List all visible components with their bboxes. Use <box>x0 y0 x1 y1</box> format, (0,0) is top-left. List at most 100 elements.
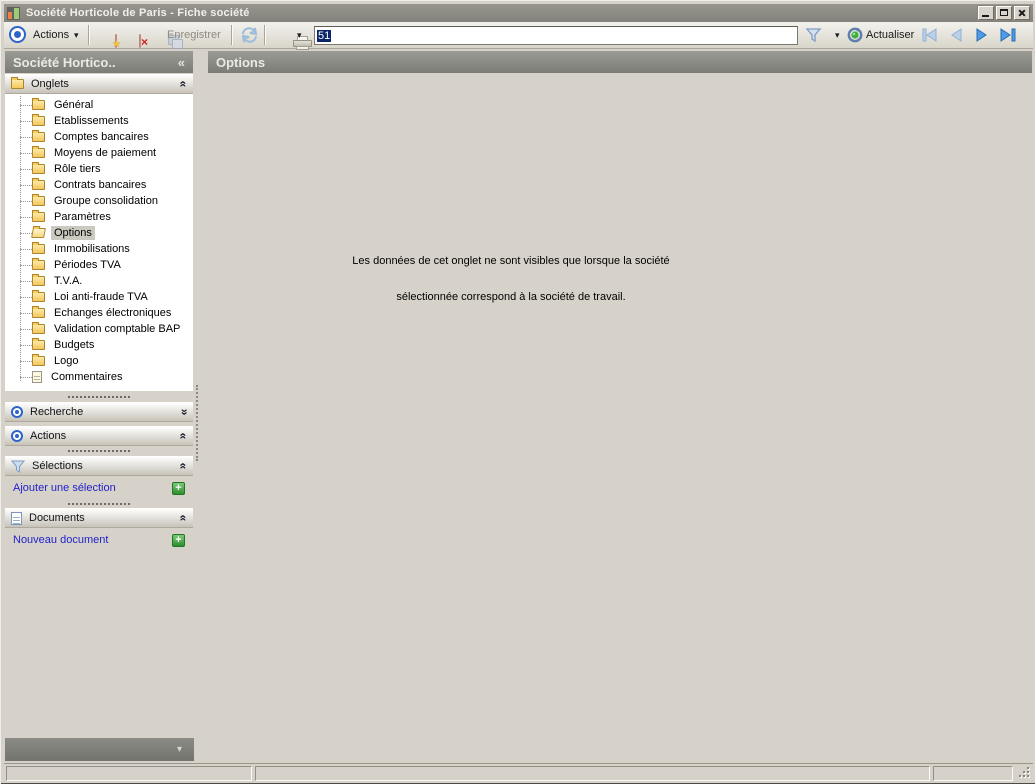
tree-item-label: Budgets <box>54 339 95 351</box>
tree-item-label: Immobilisations <box>54 243 130 255</box>
tree-item-label: Commentaires <box>51 371 123 383</box>
onglets-tree: Général Etablissements Comptes bancaires… <box>5 94 193 391</box>
tree-item-groupe-consolidation[interactable]: Groupe consolidation <box>5 193 193 209</box>
info-message-line1: Les données de cet onglet ne sont visibl… <box>352 255 670 267</box>
ajouter-selection-link[interactable]: Ajouter une sélection <box>13 482 116 494</box>
tree-item-label: Rôle tiers <box>54 163 101 175</box>
vertical-splitter[interactable] <box>196 385 198 461</box>
tree-item-contrats-bancaires[interactable]: Contrats bancaires <box>5 177 193 193</box>
toolbar-separator <box>88 25 90 45</box>
chevron-up-icon[interactable]: « <box>177 433 191 440</box>
chevron-up-icon[interactable]: « <box>177 463 191 470</box>
horizontal-splitter[interactable] <box>5 447 193 454</box>
window-titlebar: Société Horticole de Paris - Fiche socié… <box>4 4 1033 22</box>
filter-caret-icon[interactable]: ▾ <box>835 31 840 40</box>
new-record-button[interactable]: ★ <box>112 34 121 50</box>
first-record-icon[interactable] <box>921 28 939 42</box>
sync-icon[interactable] <box>240 26 259 44</box>
nouveau-document-link[interactable]: Nouveau document <box>13 534 108 546</box>
add-selection-plus-button[interactable]: + <box>172 481 185 495</box>
status-cell-left <box>6 766 252 781</box>
section-selections[interactable]: Sélections « <box>5 456 193 476</box>
section-documents[interactable]: Documents « <box>5 508 193 528</box>
print-caret-icon[interactable]: ▾ <box>297 31 302 40</box>
resize-grip[interactable] <box>1017 765 1031 779</box>
actions-caret-icon[interactable]: ▾ <box>74 31 79 40</box>
toolbar-separator <box>264 25 266 45</box>
delete-cross-icon: × <box>141 35 149 49</box>
save-button[interactable]: Enregistrer <box>167 29 221 41</box>
tree-item-budgets[interactable]: Budgets <box>5 337 193 353</box>
folder-icon <box>32 178 45 190</box>
tree-item-echanges-electroniques[interactable]: Echanges électroniques <box>5 305 193 321</box>
selections-funnel-icon <box>11 460 25 473</box>
folder-icon <box>32 146 45 158</box>
panel-selector-caret-icon: ▾ <box>176 743 182 755</box>
delete-record-button[interactable]: × <box>139 34 148 48</box>
sidebar-collapse-icon[interactable]: « <box>178 55 185 70</box>
folder-icon <box>32 322 45 334</box>
tree-item-label: Groupe consolidation <box>54 195 158 207</box>
tree-item-label: Validation comptable BAP <box>54 323 181 335</box>
tree-item-options-selected[interactable]: Options <box>5 225 193 241</box>
chevron-up-icon[interactable]: « <box>177 515 191 522</box>
horizontal-splitter[interactable] <box>5 500 193 507</box>
folder-icon <box>32 274 45 286</box>
tree-item-etablissements[interactable]: Etablissements <box>5 113 193 129</box>
info-message-line2: sélectionnée correspond à la société de … <box>396 291 626 303</box>
tree-item-loi-anti-fraude-tva[interactable]: Loi anti-fraude TVA <box>5 289 193 305</box>
tree-item-label: Echanges électroniques <box>54 307 172 319</box>
app-icon <box>7 6 20 20</box>
note-icon <box>32 371 42 383</box>
chevron-up-icon[interactable]: « <box>177 81 191 88</box>
window-title: Société Horticole de Paris - Fiche socié… <box>26 7 250 19</box>
actions-menu[interactable]: Actions <box>33 29 69 41</box>
tree-item-validation-comptable-bap[interactable]: Validation comptable BAP <box>5 321 193 337</box>
filter-funnel-icon[interactable] <box>805 27 822 43</box>
tree-item-moyens-de-paiement[interactable]: Moyens de paiement <box>5 145 193 161</box>
section-documents-label: Documents <box>29 512 85 524</box>
actions-section-icon <box>11 430 23 442</box>
previous-record-icon[interactable] <box>948 28 964 42</box>
record-number-value: 51 <box>317 29 332 42</box>
status-bar <box>4 763 1033 782</box>
next-record-icon[interactable] <box>974 28 990 42</box>
tree-item-logo[interactable]: Logo <box>5 353 193 369</box>
sidebar-panel-selector[interactable]: ▾ <box>5 738 194 761</box>
toolbar-separator <box>231 25 233 45</box>
tree-item-label: Logo <box>54 355 79 367</box>
chevron-down-icon[interactable]: « <box>177 409 191 416</box>
maximize-button[interactable] <box>996 6 1012 20</box>
close-button[interactable] <box>1014 6 1030 20</box>
horizontal-splitter[interactable] <box>5 393 193 400</box>
actualiser-button[interactable]: Actualiser <box>866 29 914 41</box>
folder-icon <box>32 306 45 318</box>
tree-item-label: T.V.A. <box>54 275 83 287</box>
record-number-input[interactable]: 51 <box>314 26 798 45</box>
folder-icon <box>32 290 45 302</box>
tree-item-role-tiers[interactable]: Rôle tiers <box>5 161 193 177</box>
status-cell-middle <box>255 766 930 781</box>
tree-item-label: Comptes bancaires <box>54 131 149 143</box>
actualiser-icon[interactable] <box>847 27 863 43</box>
section-recherche[interactable]: Recherche « <box>5 402 193 422</box>
tree-item-commentaires[interactable]: Commentaires <box>5 369 193 385</box>
tree-item-label: Options <box>51 226 95 240</box>
new-document-plus-button[interactable]: + <box>172 533 185 547</box>
tree-item-comptes-bancaires[interactable]: Comptes bancaires <box>5 129 193 145</box>
tree-item-periodes-tva[interactable]: Périodes TVA <box>5 257 193 273</box>
tree-item-general[interactable]: Général <box>5 97 193 113</box>
tree-item-parametres[interactable]: Paramètres <box>5 209 193 225</box>
minimize-button[interactable] <box>978 6 994 20</box>
folder-icon <box>32 258 45 270</box>
section-actions[interactable]: Actions « <box>5 426 193 446</box>
main-panel-title: Options <box>216 54 266 70</box>
actions-icon[interactable] <box>9 26 26 43</box>
documents-icon <box>11 511 22 525</box>
minimize-icon <box>982 15 989 17</box>
tree-item-immobilisations[interactable]: Immobilisations <box>5 241 193 257</box>
last-record-icon[interactable] <box>999 28 1017 42</box>
tree-item-tva[interactable]: T.V.A. <box>5 273 193 289</box>
folder-icon <box>32 114 45 126</box>
section-onglets[interactable]: Onglets « <box>5 74 193 94</box>
